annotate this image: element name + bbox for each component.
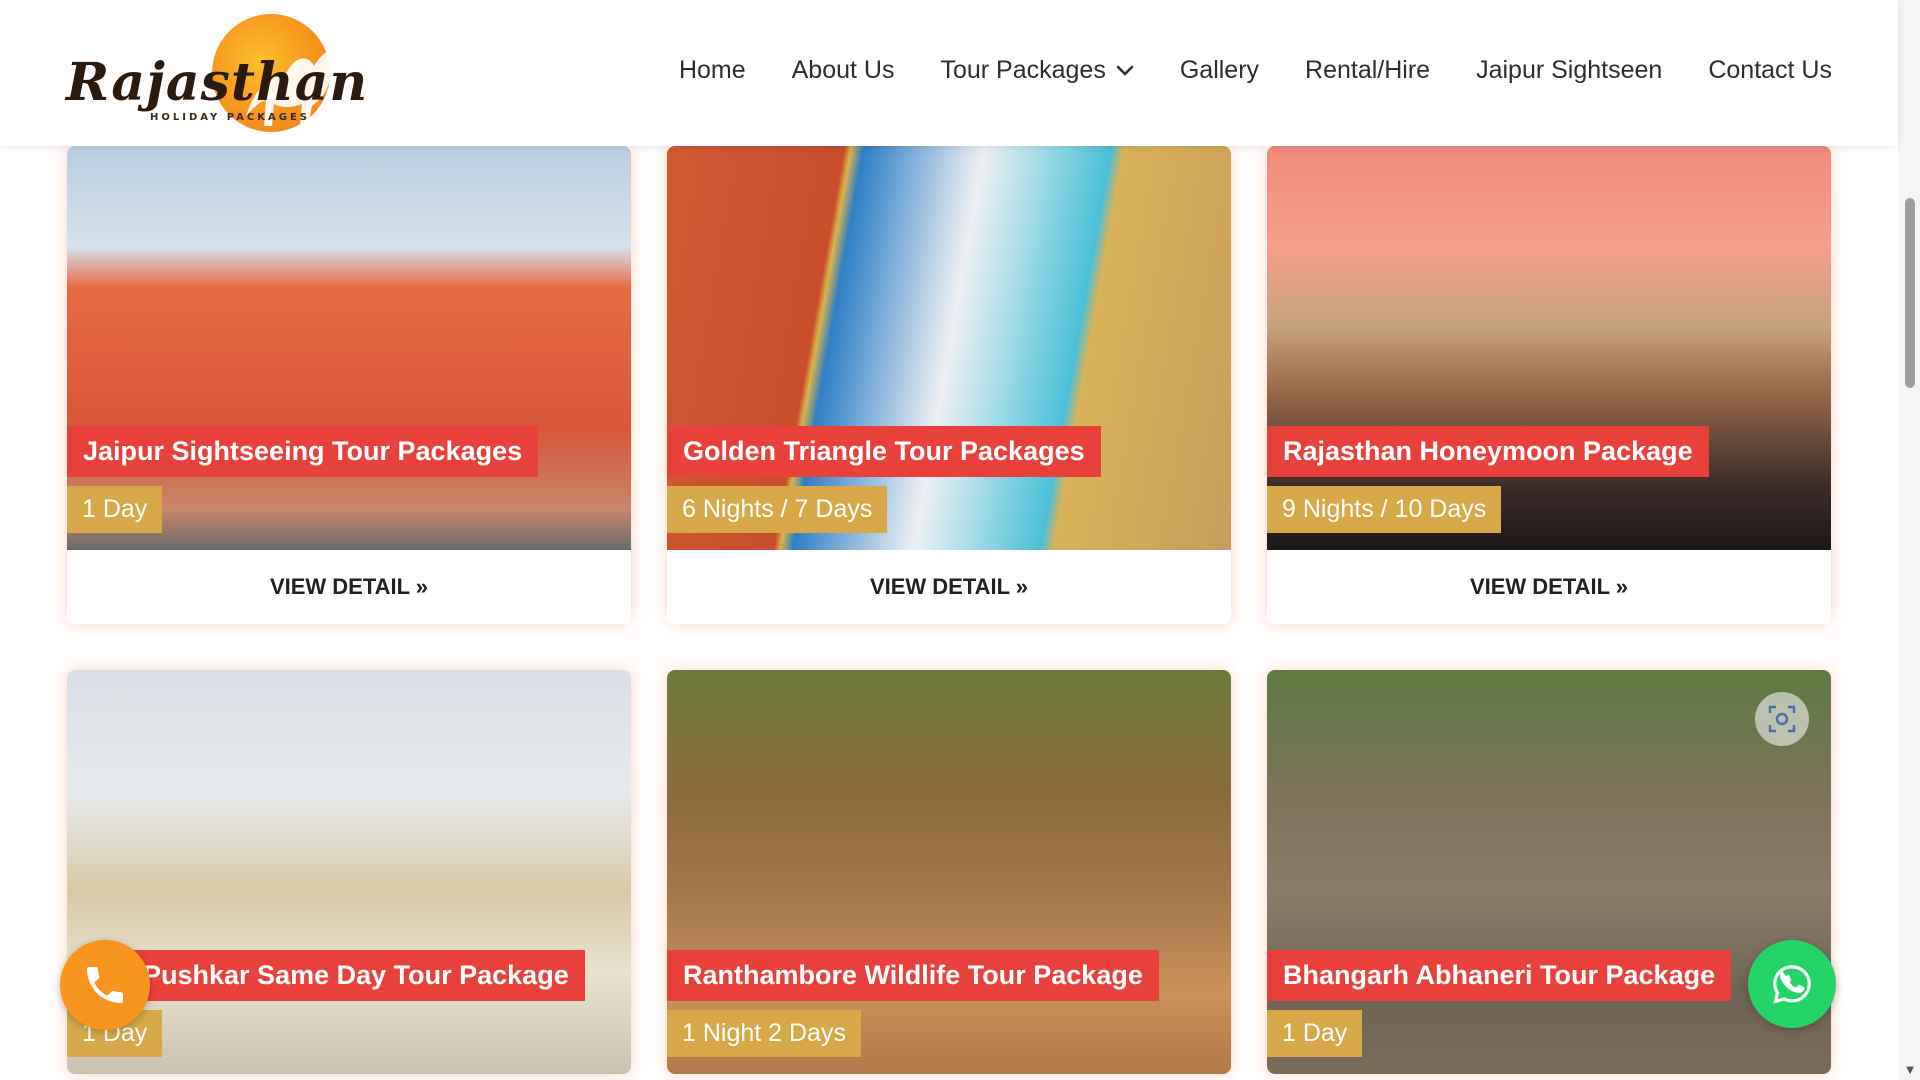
- package-title[interactable]: r Pushkar Same Day Tour Package: [109, 950, 585, 1001]
- package-title[interactable]: Bhangarh Abhaneri Tour Package: [1267, 950, 1732, 1001]
- logo-wordmark: Rajasthan: [66, 52, 369, 113]
- nav-about-us[interactable]: About Us: [792, 56, 895, 85]
- package-card-golden-triangle[interactable]: Golden Triangle Tour Packages 6 Nights /…: [667, 146, 1231, 624]
- nav-tour-packages[interactable]: Tour Packages: [940, 56, 1134, 85]
- nav-contact-us[interactable]: Contact Us: [1708, 56, 1832, 85]
- scrollbar-thumb[interactable]: [1905, 198, 1915, 388]
- visual-search-button[interactable]: [1755, 692, 1809, 746]
- package-duration: 1 Day: [67, 486, 163, 533]
- nav-gallery[interactable]: Gallery: [1180, 56, 1259, 85]
- package-duration: 1 Day: [1267, 1010, 1363, 1057]
- scroll-down-arrow-icon[interactable]: ▼: [1906, 1065, 1914, 1076]
- package-card-ranthambore-wildlife[interactable]: Ranthambore Wildlife Tour Package 1 Nigh…: [667, 670, 1231, 1074]
- page-scrollbar[interactable]: ▼: [1898, 0, 1920, 1080]
- nav-rental-hire-label: Rental/Hire: [1305, 56, 1431, 84]
- phone-icon: [87, 967, 123, 1003]
- package-duration: 1 Night 2 Days: [667, 1010, 861, 1057]
- package-card-pushkar-same-day[interactable]: r Pushkar Same Day Tour Package 1 Day: [67, 670, 631, 1074]
- main-nav: Home About Us Tour Packages Gallery Rent…: [679, 56, 1832, 85]
- package-image[interactable]: Jaipur Sightseeing Tour Packages 1 Day: [67, 146, 631, 550]
- package-duration: 9 Nights / 10 Days: [1267, 486, 1502, 533]
- view-detail-link[interactable]: VIEW DETAIL »: [1267, 550, 1831, 624]
- nav-jaipur-sightseen[interactable]: Jaipur Sightseen: [1476, 56, 1662, 85]
- package-image[interactable]: Rajasthan Honeymoon Package 9 Nights / 1…: [1267, 146, 1831, 550]
- visual-search-icon: [1768, 705, 1796, 733]
- nav-about-us-label: About Us: [791, 56, 895, 84]
- nav-home-label: Home: [678, 56, 746, 84]
- nav-jaipur-sightseen-label: Jaipur Sightseen: [1476, 56, 1663, 84]
- nav-contact-us-label: Contact Us: [1708, 56, 1832, 84]
- package-image[interactable]: Bhangarh Abhaneri Tour Package 1 Day: [1267, 670, 1831, 1074]
- call-button[interactable]: [60, 940, 150, 1030]
- package-title[interactable]: Rajasthan Honeymoon Package: [1267, 426, 1709, 477]
- nav-gallery-label: Gallery: [1179, 56, 1260, 84]
- package-card-jaipur-sightseeing[interactable]: Jaipur Sightseeing Tour Packages 1 Day V…: [67, 146, 631, 624]
- site-header: Rajasthan HOLIDAY PACKAGES Home About Us…: [0, 0, 1898, 146]
- package-image[interactable]: r Pushkar Same Day Tour Package 1 Day: [67, 670, 631, 1074]
- chevron-down-icon: [1116, 65, 1134, 75]
- package-title[interactable]: Ranthambore Wildlife Tour Package: [667, 950, 1159, 1001]
- package-title[interactable]: Golden Triangle Tour Packages: [667, 426, 1101, 477]
- package-card-rajasthan-honeymoon[interactable]: Rajasthan Honeymoon Package 9 Nights / 1…: [1267, 146, 1831, 624]
- logo-tagline: HOLIDAY PACKAGES: [150, 112, 310, 123]
- nav-tour-packages-label: Tour Packages: [940, 56, 1106, 84]
- nav-rental-hire[interactable]: Rental/Hire: [1305, 56, 1430, 85]
- whatsapp-icon: [1773, 965, 1811, 1004]
- package-duration: 6 Nights / 7 Days: [667, 486, 888, 533]
- view-detail-link[interactable]: VIEW DETAIL »: [667, 550, 1231, 624]
- view-detail-link[interactable]: VIEW DETAIL »: [67, 550, 631, 624]
- package-image[interactable]: Golden Triangle Tour Packages 6 Nights /…: [667, 146, 1231, 550]
- package-image[interactable]: Ranthambore Wildlife Tour Package 1 Nigh…: [667, 670, 1231, 1074]
- package-title[interactable]: Jaipur Sightseeing Tour Packages: [67, 426, 539, 477]
- nav-home[interactable]: Home: [679, 56, 746, 85]
- site-logo[interactable]: Rajasthan HOLIDAY PACKAGES: [66, 14, 368, 132]
- package-card-bhangarh-abhaneri[interactable]: Bhangarh Abhaneri Tour Package 1 Day: [1267, 670, 1831, 1074]
- whatsapp-button[interactable]: [1748, 940, 1836, 1028]
